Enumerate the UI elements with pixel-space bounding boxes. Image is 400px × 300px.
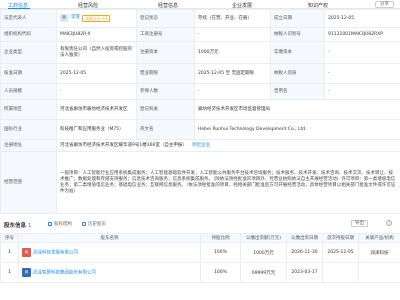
business-scope-value: 一般项目：人工智能行业应用系统集成服务；人工智能基础软件开发；人工智能公共服务平…	[56, 151, 400, 214]
amount-value: 69999万元	[240, 262, 287, 283]
avatar	[60, 14, 68, 23]
taxpayer-id-label: 纳税人识别号	[270, 27, 325, 42]
insured-label: 参保人数	[136, 83, 195, 100]
tab-operating-info[interactable]: 经营信息	[158, 2, 178, 9]
reg-no-label: 工商注册号	[136, 27, 195, 42]
industry-value: 科技推广和应用服务业（M75）	[56, 119, 137, 140]
staff-size-value: -	[56, 83, 137, 100]
col-amount: 认缴出资额(万元)	[240, 233, 287, 243]
staff-size-label: 人员规模	[0, 83, 57, 100]
col-index: 序号	[0, 233, 19, 243]
region-label: 所属地区	[0, 99, 57, 120]
ratio-value: 100%	[200, 242, 241, 263]
org-code-label: 组织机构代码	[0, 27, 57, 42]
status-label: 登记状态	[136, 9, 195, 28]
business-info-table: 法定代表人 李雪 关联企业 44 登记状态 存续（在营、开业、在册） 成立日期 2…	[0, 9, 400, 214]
company-logo-icon: 润	[22, 268, 31, 277]
legal-rep-cell: 李雪 关联企业 44	[56, 9, 137, 28]
authority-value: 廊坊经济技术开发区市场监督管理局	[194, 99, 400, 120]
former-name-value: -	[324, 83, 400, 100]
top-tab-bar: 工商信息 经营风险 经营信息 企业发展 知识产权 分享	[0, 0, 400, 9]
approve-date-label: 核准日期	[0, 63, 57, 84]
reg-no-value: -	[194, 27, 271, 42]
shareholder-title-text: 股东信息	[4, 223, 27, 229]
approve-date-value: 2025-12-05	[60, 70, 87, 76]
status-value: 存续（在营、开业、在册）	[194, 9, 271, 28]
taxpayer-qual-value: -	[324, 63, 400, 84]
col-first-date: 首次持股日期	[322, 233, 359, 243]
help-icon[interactable]: ?	[386, 220, 392, 226]
shareholder-name-link[interactable]: 润泽科技发展有限公司	[33, 251, 78, 256]
col-name: 股东名称	[18, 233, 201, 243]
col-ratio: 持股比例	[200, 233, 241, 243]
company-logo-icon: 润	[22, 248, 31, 257]
share-button[interactable]: 分享	[375, 1, 394, 8]
nearby-companies-link[interactable]: 附近企业	[192, 143, 210, 148]
english-name-value: Hebei Runhui Technology Development Co.,…	[194, 119, 400, 140]
business-term-label: 营业期限	[136, 63, 195, 84]
address-label: 注册地址	[0, 139, 57, 152]
history-shareholder-link[interactable]: 历史股东	[88, 221, 106, 227]
equity-structure-icon	[48, 222, 52, 226]
shareholder-section-header: 股东信息 1 股权结构 历史股东 导出 ?	[0, 218, 400, 230]
shareholder-name-cell: 润润泽智算科技集团股份有限公司	[18, 262, 201, 283]
subscribed-date: 2023-03-17	[286, 262, 323, 283]
company-type-label: 企业类型	[0, 41, 57, 64]
subscribed-date: 2026-11-30	[286, 242, 323, 263]
shareholder-name-link[interactable]: 润泽智算科技集团股份有限公司	[33, 271, 96, 276]
english-name-label: 英文名	[136, 119, 195, 140]
related-company-badge[interactable]: 关联企业 44	[82, 14, 111, 22]
org-code-value: MAK3JU82R-X	[56, 27, 137, 42]
insured-value: -	[194, 83, 271, 100]
shareholder-count: 1	[27, 223, 32, 229]
row-index: 1	[0, 262, 19, 283]
shareholder-name-cell: 润润泽科技发展有限公司	[18, 242, 201, 263]
table-row: 1 润润泽智算科技集团股份有限公司 100% 69999万元 2023-03-1…	[0, 262, 400, 283]
authority-label: 登记机关	[136, 99, 195, 120]
shareholder-table: 序号 股东名称 持股比例 认缴出资额(万元) 认缴出资日期 首次持股日期 关联产…	[0, 233, 400, 283]
paid-capital-value: -	[324, 41, 400, 64]
business-term-value: 2025-12-05 至 无固定期限	[194, 63, 271, 84]
related-product-link[interactable]: 润泽科技	[358, 242, 400, 263]
address-cell: 河北省廊坊市经济技术开发区耀华道9号1楼366室（自主申报） 附近企业	[56, 139, 400, 152]
shareholder-title: 股东信息 1	[4, 221, 31, 229]
legal-rep-name[interactable]: 李雪	[71, 15, 80, 20]
scope-label: 经营范围	[0, 151, 57, 214]
col-product: 关联产品/机构	[358, 233, 400, 243]
tab-ip[interactable]: 知识产权	[308, 2, 328, 9]
est-label: 成立日期	[270, 9, 325, 28]
region-value: 河北省廊坊市廊坊经济技术开发区	[56, 99, 137, 120]
export-button[interactable]: 导出	[351, 220, 368, 227]
equity-structure-link[interactable]: 股权结构	[54, 221, 72, 227]
paid-capital-label: 实缴资本	[270, 41, 325, 64]
approve-date-cell: 2025-12-05	[56, 63, 137, 84]
table-row: 1 润润泽科技发展有限公司 100% 1000万元 2026-11-30 202…	[0, 242, 400, 263]
est-value: 2025-12-05	[324, 9, 400, 28]
row-index: 1	[0, 242, 19, 263]
first-date	[322, 262, 359, 283]
industry-label: 国标行业	[0, 119, 57, 140]
reg-capital-value: 1000万元	[194, 41, 271, 64]
reg-capital-label: 注册资本	[136, 41, 195, 64]
ratio-value: 100%	[200, 262, 241, 283]
taxpayer-id-value: 91131001MAK3JU82RXP	[324, 27, 400, 42]
company-type-value: 有限责任公司（自然人投资或控股的法人独资）	[56, 41, 137, 64]
address-value: 河北省廊坊市经济技术开发区耀华道9号1楼366室（自主申报）	[60, 142, 187, 148]
related-product-link[interactable]	[358, 262, 400, 283]
tab-development[interactable]: 企业发展	[232, 2, 252, 9]
former-name-label: 曾用名	[270, 83, 325, 100]
rep-label: 法定代表人	[0, 9, 57, 28]
tab-operating-risk[interactable]: 经营风险	[78, 2, 98, 9]
history-icon	[82, 222, 86, 226]
taxpayer-qual-label: 纳税人资质	[270, 63, 325, 84]
col-date: 认缴出资日期	[286, 233, 323, 243]
first-date: 2025-12-05	[322, 242, 359, 263]
amount-value: 1000万元	[240, 242, 287, 263]
